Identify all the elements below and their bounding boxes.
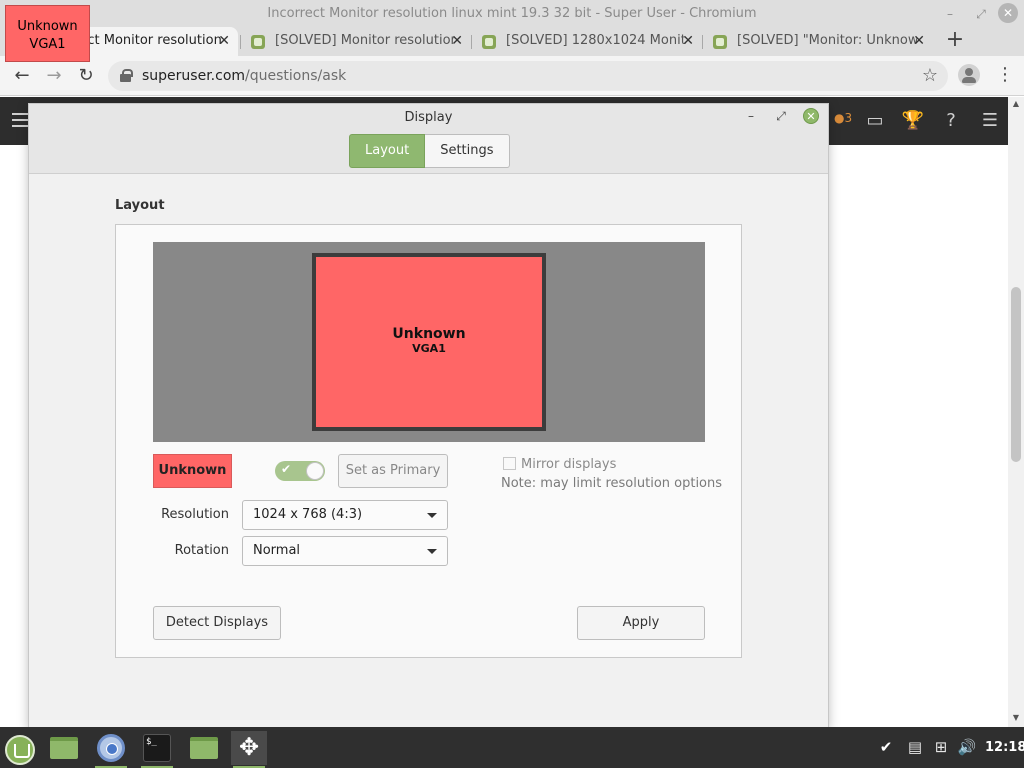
url-path: /questions/ask [245,68,347,84]
clipboard-icon[interactable]: ▤ [905,737,925,757]
clock[interactable]: 12:18 [985,740,1024,755]
output-enabled-toggle[interactable]: ✔ [275,461,325,481]
show-desktop-button[interactable] [45,731,81,765]
mirror-note: Note: may limit resolution options [501,476,723,491]
update-shield-icon[interactable]: ✔ [876,737,896,757]
browser-titlebar: Incorrect Monitor resolution linux mint … [0,0,1024,27]
layout-frame: Unknown VGA1 Unknown ✔ Set as Primary Mi… [115,224,742,658]
rotation-value: Normal [253,543,301,558]
reload-icon[interactable]: ↻ [74,64,98,88]
rotation-label: Rotation [174,543,229,558]
maximize-icon[interactable]: ⤢ [972,5,990,23]
dialog-title: Display [404,110,453,125]
browser-menu-icon[interactable]: ⋮ [996,64,1014,88]
taskbar: $_ ✥ ✔ ▤ ⊞ 🔊 12:18 [0,727,1024,768]
lock-icon[interactable] [120,69,133,82]
scroll-thumb[interactable] [1011,287,1021,462]
tab-layout[interactable]: Layout [349,134,426,168]
apply-button[interactable]: Apply [577,606,705,640]
checkbox-icon[interactable] [503,457,516,470]
back-arrow-icon[interactable]: ← [10,64,34,88]
terminal-launcher[interactable]: $_ [139,731,175,768]
terminal-icon: $_ [143,734,171,762]
tab-label: [SOLVED] 1280x1024 Monitor [506,33,686,48]
tab-close-icon[interactable]: ✕ [218,27,230,55]
mint-favicon-icon [251,35,265,49]
monitor-identify-overlay: Unknown VGA1 [5,5,90,62]
overlay-monitor-port: VGA1 [29,37,66,52]
hamburger-menu-icon[interactable] [12,113,28,127]
desktop-icon [50,737,78,759]
folder-icon [190,737,218,759]
tab-close-icon[interactable]: ✕ [451,27,463,55]
resolution-value: 1024 x 768 (4:3) [253,507,363,522]
dialog-minimize-icon[interactable]: – [743,108,759,124]
forward-arrow-icon[interactable]: → [42,64,66,88]
resolution-label: Resolution [161,507,229,522]
tab-label: [SOLVED] Monitor resolution [275,33,455,48]
mirror-displays-checkbox[interactable]: Mirror displays [503,457,616,472]
resolution-select[interactable]: 1024 x 768 (4:3) [242,500,448,530]
profile-avatar-icon[interactable] [958,64,980,86]
monitor-tile[interactable]: Unknown VGA1 [312,253,546,431]
tab-label: [SOLVED] "Monitor: Unknown [737,33,917,48]
scroll-up-icon[interactable]: ▲ [1008,99,1024,108]
tab-strip: Incorrect Monitor resolution linux mint … [0,27,1024,56]
check-icon: ✔ [281,462,292,476]
window-title: Incorrect Monitor resolution linux mint … [267,6,757,21]
monitor-arrangement-area: Unknown VGA1 [153,242,705,442]
caret-down-icon [427,513,437,518]
close-window-icon[interactable]: ✕ [998,3,1018,23]
minimize-icon[interactable]: – [941,5,959,23]
detect-displays-button[interactable]: Detect Displays [153,606,281,640]
help-icon[interactable]: ? [939,109,963,133]
toggle-knob [306,462,324,480]
caret-down-icon [427,549,437,554]
tab-close-icon[interactable]: ✕ [682,27,694,55]
section-title: Layout [115,198,165,213]
tab-solved-1280x1024[interactable]: [SOLVED] 1280x1024 Monitor ✕ [472,27,702,56]
display-settings-dialog: Display – ⤢ ✕ Layout Settings Layout Unk… [28,103,829,728]
set-as-primary-button[interactable]: Set as Primary [338,454,448,488]
new-tab-icon[interactable]: + [944,28,966,54]
mint-favicon-icon [482,35,496,49]
view-switcher: Layout Settings [349,134,510,168]
overlay-monitor-name: Unknown [17,19,78,34]
monitor-name: Unknown [392,326,466,342]
chromium-icon [97,734,125,762]
address-bar[interactable]: superuser.com/questions/ask ☆ [108,61,948,91]
mirror-displays-label: Mirror displays [521,457,617,472]
network-icon[interactable]: ⊞ [931,737,951,757]
bookmark-star-icon[interactable]: ☆ [922,65,938,86]
browser-toolbar: ← → ↻ superuser.com/questions/ask ☆ [0,56,1024,96]
output-name-label: Unknown [153,454,232,488]
mint-menu-button[interactable] [0,731,36,765]
dialog-maximize-icon[interactable]: ⤢ [773,108,789,124]
linux-mint-icon [5,735,35,765]
mint-favicon-icon [713,35,727,49]
display-move-icon: ✥ [238,733,260,761]
monitor-port: VGA1 [412,342,446,355]
dialog-close-icon[interactable]: ✕ [803,108,819,124]
url-text[interactable]: superuser.com/questions/ask [142,68,346,84]
tab-solved-monitor-resolution[interactable]: [SOLVED] Monitor resolution ✕ [241,27,471,56]
tab-solved-monitor-unknown[interactable]: [SOLVED] "Monitor: Unknown ✕ [703,27,933,56]
dialog-header: Display – ⤢ ✕ Layout Settings [29,104,828,174]
page-scrollbar[interactable]: ▲ ▼ [1008,97,1024,727]
inbox-icon[interactable]: ▭ [863,109,887,133]
display-settings-launcher[interactable]: ✥ [231,731,267,768]
chromium-launcher[interactable] [93,731,129,768]
trophy-icon[interactable]: 🏆 [901,109,925,133]
tab-settings[interactable]: Settings [425,134,510,168]
rotation-select[interactable]: Normal [242,536,448,566]
reputation-badge[interactable]: ●3 [834,111,852,125]
volume-icon[interactable]: 🔊 [957,737,977,757]
tab-close-icon[interactable]: ✕ [913,27,925,55]
scroll-down-icon[interactable]: ▼ [1008,713,1024,722]
site-switcher-icon[interactable]: ☰ [978,109,1002,133]
files-launcher[interactable] [185,731,221,765]
url-domain: superuser.com [142,68,246,84]
